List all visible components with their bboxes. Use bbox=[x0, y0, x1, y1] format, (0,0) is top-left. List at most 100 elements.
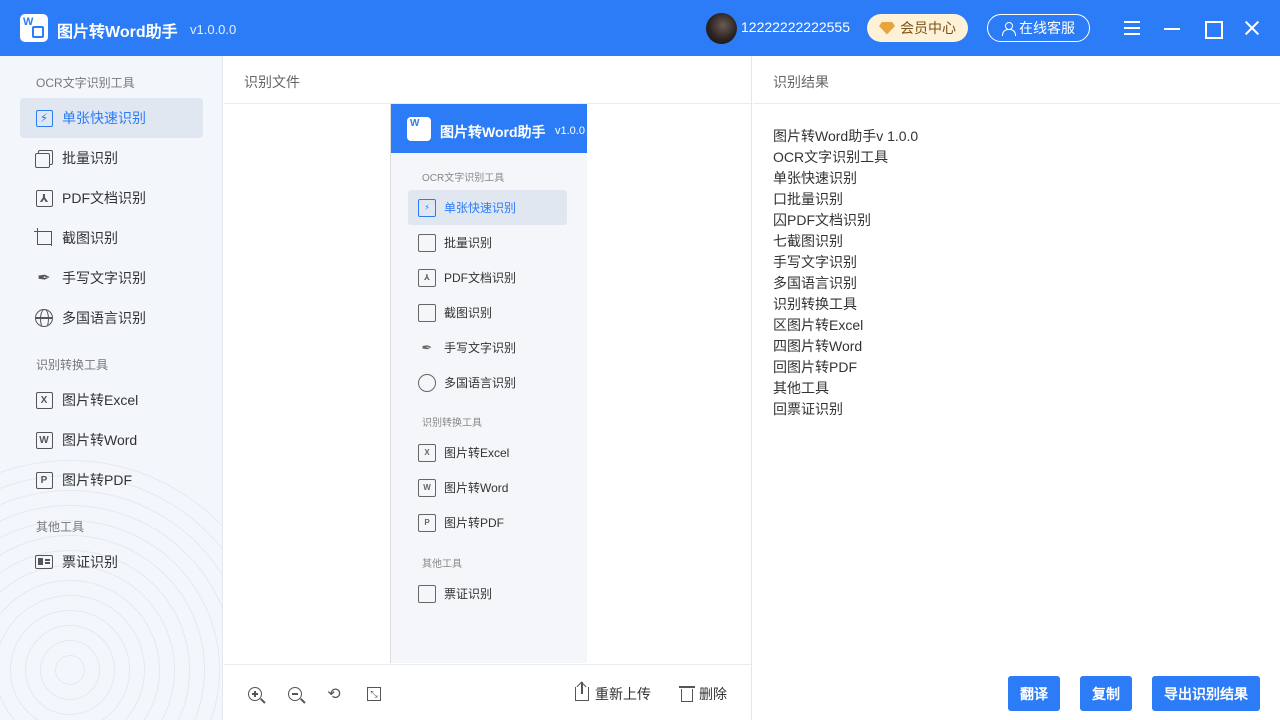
result-line: 回票证识别 bbox=[773, 401, 843, 417]
sidebar: OCR文字识别工具 ⚡ 单张快速识别 批量识别 ⅄ PDF文档识别 截图识别 ✒… bbox=[0, 56, 223, 720]
crop-icon bbox=[33, 227, 55, 249]
file-toolbar: ⟲ ⤡ 重新上传 删除 bbox=[224, 664, 751, 720]
rotate-icon[interactable]: ⟲ bbox=[325, 685, 343, 703]
word-icon: W bbox=[33, 429, 55, 451]
export-result-button[interactable]: 导出识别结果 bbox=[1152, 676, 1260, 711]
file-pane: 识别文件 图片转Word助手 v1.0.0 OCR文字识别工具 ⚡单张快速识别 … bbox=[224, 56, 752, 720]
app-logo-icon: W bbox=[20, 14, 48, 42]
lightning-image-icon: ⚡ bbox=[33, 107, 55, 129]
ticket-icon bbox=[418, 584, 436, 603]
minimize-icon[interactable] bbox=[1162, 18, 1182, 38]
person-icon bbox=[1002, 21, 1016, 36]
sidebar-item-handwriting-recognition[interactable]: ✒ 手写文字识别 bbox=[20, 258, 203, 298]
delete-button[interactable]: 删除 bbox=[679, 684, 727, 704]
translate-button[interactable]: 翻译 bbox=[1008, 676, 1060, 711]
image-preview[interactable]: 图片转Word助手 v1.0.0 OCR文字识别工具 ⚡单张快速识别 批量识别 … bbox=[390, 104, 587, 663]
preview-section-title: 识别转换工具 bbox=[422, 418, 482, 429]
preview-item-label: 图片转Excel bbox=[444, 446, 510, 460]
maximize-icon[interactable] bbox=[1202, 18, 1223, 39]
sidebar-item-image-to-excel[interactable]: X 图片转Excel bbox=[20, 380, 203, 420]
pen-icon: ✒ bbox=[421, 339, 433, 355]
preview-item: 票证识别 bbox=[408, 576, 567, 611]
result-line: 回图片转PDF bbox=[773, 359, 857, 375]
preview-section-title: 其他工具 bbox=[422, 559, 462, 570]
result-line: 四图片转Word bbox=[773, 338, 863, 354]
sidebar-item-image-to-word[interactable]: W 图片转Word bbox=[20, 420, 203, 460]
lightning-image-icon: ⚡ bbox=[418, 198, 436, 217]
online-service-button[interactable]: 在线客服 bbox=[987, 14, 1090, 42]
excel-icon: X bbox=[418, 443, 436, 462]
pdf-file-icon: P bbox=[418, 513, 436, 532]
result-line: 七截图识别 bbox=[773, 233, 843, 249]
preview-item: 批量识别 bbox=[408, 225, 567, 260]
zoom-in-icon[interactable] bbox=[246, 685, 264, 703]
preview-item: ⅄ PDF文档识别 bbox=[408, 260, 567, 295]
copy-icon bbox=[418, 233, 436, 252]
sidebar-section-title: 识别转换工具 bbox=[36, 358, 109, 372]
title-bar: W 图片转Word助手 v1.0.0.0 12222222222555 会员中心… bbox=[0, 0, 1280, 56]
preview-title: 图片转Word助手 bbox=[440, 124, 546, 140]
sidebar-item-label: 批量识别 bbox=[62, 150, 118, 166]
vip-center-button[interactable]: 会员中心 bbox=[867, 14, 968, 42]
trash-icon bbox=[679, 686, 695, 702]
sidebar-section-title: OCR文字识别工具 bbox=[36, 76, 135, 90]
upload-icon bbox=[575, 682, 589, 701]
preview-item: 多国语言识别 bbox=[408, 365, 567, 400]
preview-version: v1.0.0 bbox=[555, 125, 585, 137]
preview-item-label: 截图识别 bbox=[444, 306, 493, 320]
vip-center-label: 会员中心 bbox=[900, 20, 956, 36]
sidebar-item-label: 票证识别 bbox=[62, 554, 118, 570]
preview-title-bar: 图片转Word助手 v1.0.0 bbox=[391, 104, 587, 153]
word-icon: W bbox=[418, 478, 436, 497]
sidebar-item-label: 单张快速识别 bbox=[62, 110, 146, 126]
result-pane-header: 识别结果 bbox=[753, 56, 1280, 104]
result-line: 识别转换工具 bbox=[773, 296, 857, 312]
sidebar-item-single-recognition[interactable]: ⚡ 单张快速识别 bbox=[20, 98, 203, 138]
result-line: 图片转Word助手v 1.0.0 bbox=[773, 128, 919, 144]
preview-item-label: 手写文字识别 bbox=[444, 341, 517, 355]
pdf-icon: ⅄ bbox=[33, 187, 55, 209]
copy-button[interactable]: 复制 bbox=[1080, 676, 1132, 711]
avatar[interactable] bbox=[706, 13, 737, 44]
preview-item-label: 单张快速识别 bbox=[444, 201, 517, 215]
globe-icon bbox=[418, 373, 436, 392]
reupload-button[interactable]: 重新上传 bbox=[575, 682, 651, 704]
result-line: 口批量识别 bbox=[773, 191, 843, 207]
sidebar-item-image-to-pdf[interactable]: P 图片转PDF bbox=[20, 460, 203, 500]
sidebar-item-label: 图片转Excel bbox=[62, 392, 139, 408]
result-pane: 识别结果 图片转Word助手v 1.0.0 OCR文字识别工具 单张快速识别 口… bbox=[753, 56, 1280, 720]
delete-label: 删除 bbox=[699, 686, 727, 702]
close-icon[interactable] bbox=[1242, 18, 1262, 38]
app-title: 图片转Word助手 bbox=[57, 24, 178, 41]
diamond-icon bbox=[879, 21, 895, 35]
sidebar-item-screenshot-recognition[interactable]: 截图识别 bbox=[20, 218, 203, 258]
preview-item: W 图片转Word bbox=[408, 470, 567, 505]
pdf-file-icon: P bbox=[33, 469, 55, 491]
preview-item-label: 批量识别 bbox=[444, 236, 493, 250]
result-line: 区图片转Excel bbox=[773, 317, 864, 333]
zoom-out-icon[interactable] bbox=[286, 685, 304, 703]
sidebar-item-ticket-recognition[interactable]: 票证识别 bbox=[20, 542, 203, 582]
preview-item: P 图片转PDF bbox=[408, 505, 567, 540]
sidebar-item-multilanguage-recognition[interactable]: 多国语言识别 bbox=[20, 298, 203, 338]
preview-item: X 图片转Excel bbox=[408, 435, 567, 470]
result-line: OCR文字识别工具 bbox=[773, 149, 889, 165]
crop-icon bbox=[418, 303, 436, 322]
result-line: 多国语言识别 bbox=[773, 275, 857, 291]
sidebar-item-pdf-recognition[interactable]: ⅄ PDF文档识别 bbox=[20, 178, 203, 218]
result-line: 手写文字识别 bbox=[773, 254, 857, 270]
sidebar-item-batch-recognition[interactable]: 批量识别 bbox=[20, 138, 203, 178]
file-pane-header: 识别文件 bbox=[224, 56, 751, 104]
reupload-label: 重新上传 bbox=[595, 686, 651, 702]
username[interactable]: 12222222222555 bbox=[741, 19, 850, 35]
result-line: 其他工具 bbox=[773, 380, 829, 396]
app-version: v1.0.0.0 bbox=[190, 22, 237, 37]
preview-item: ⚡ 单张快速识别 bbox=[408, 190, 567, 225]
fit-screen-icon[interactable]: ⤡ bbox=[365, 685, 383, 703]
result-text[interactable]: 图片转Word助手v 1.0.0 OCR文字识别工具 单张快速识别 口批量识别 … bbox=[773, 126, 918, 420]
menu-icon[interactable] bbox=[1122, 18, 1142, 38]
sidebar-item-label: 多国语言识别 bbox=[62, 310, 146, 326]
result-toolbar: 翻译 复制 导出识别结果 bbox=[753, 664, 1280, 720]
preview-item-label: 票证识别 bbox=[444, 587, 493, 601]
online-service-label: 在线客服 bbox=[1019, 20, 1075, 36]
